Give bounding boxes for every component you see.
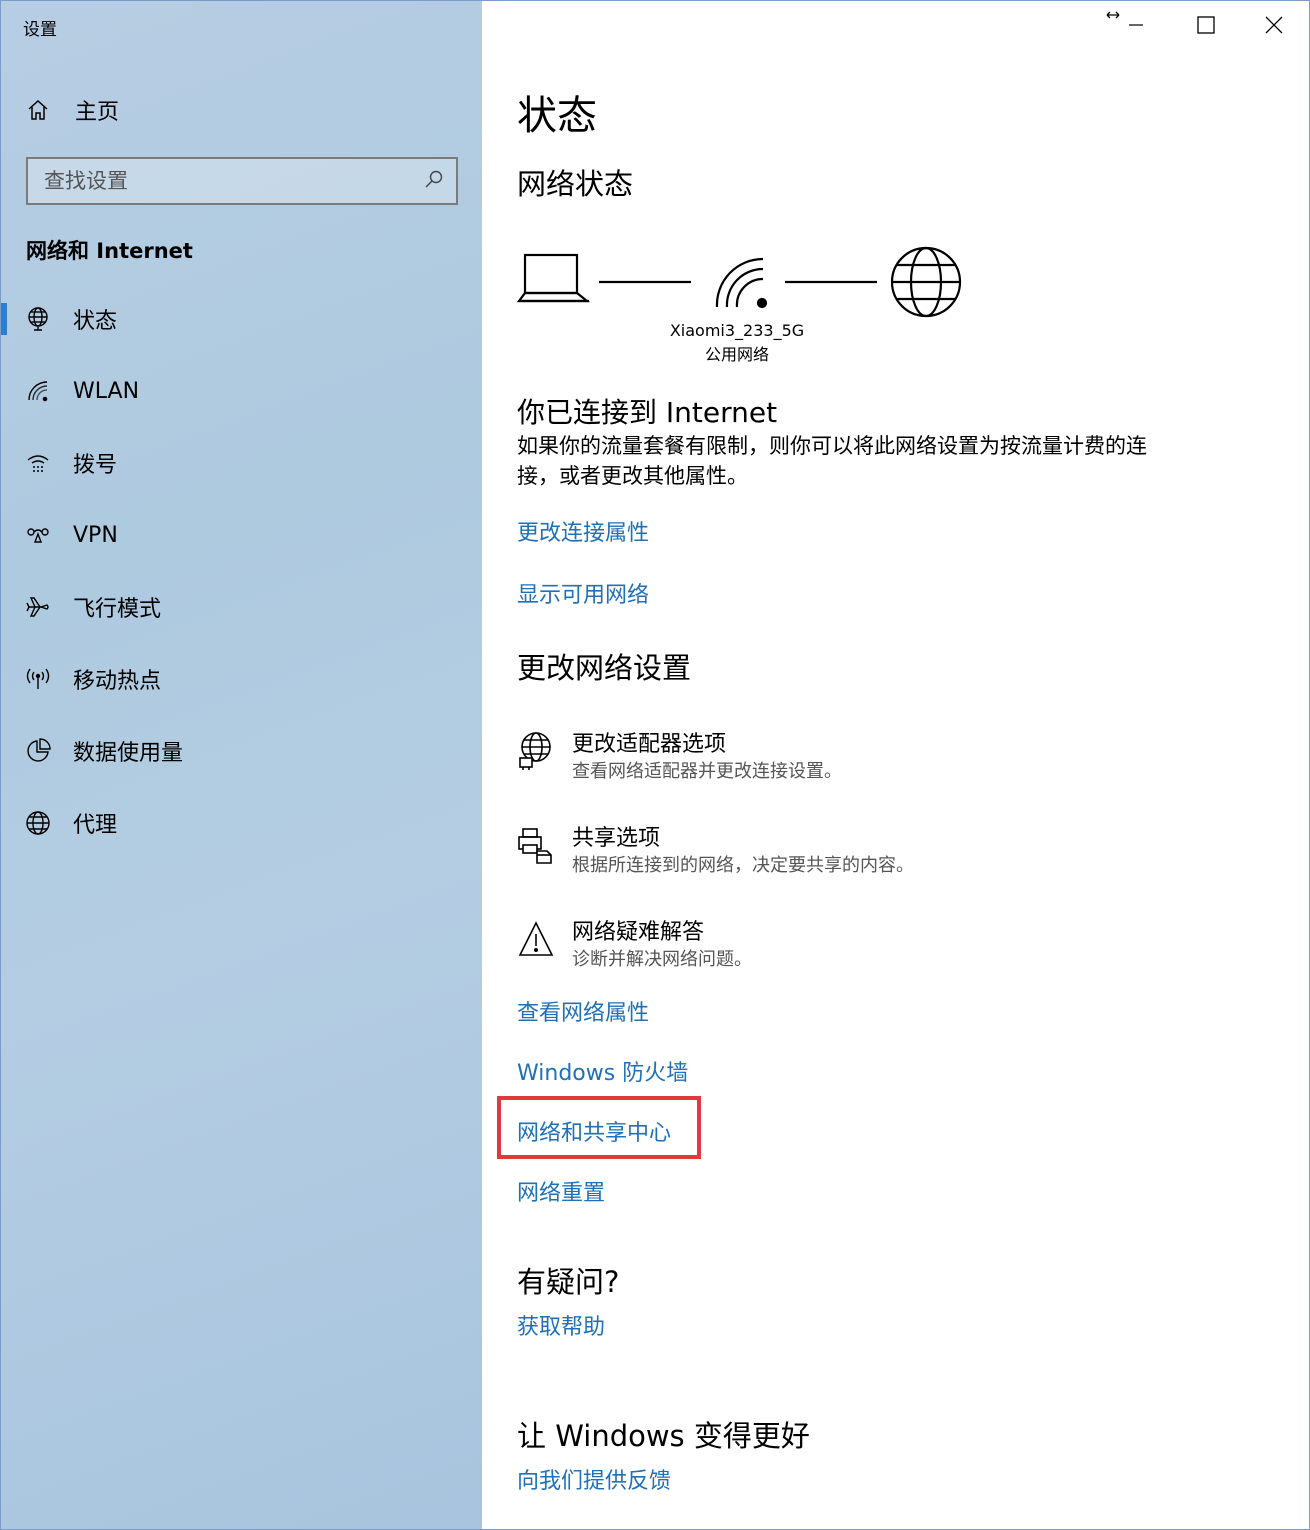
change-network-settings-heading: 更改网络设置 bbox=[517, 651, 692, 685]
sidebar-item-label: 代理 bbox=[73, 813, 118, 838]
sidebar-item-dialup[interactable]: 拨号 bbox=[1, 427, 482, 499]
sidebar-item-proxy[interactable]: 代理 bbox=[1, 787, 482, 859]
laptop-icon bbox=[517, 253, 591, 303]
network-type: 公用网络 bbox=[704, 345, 769, 364]
warning-icon bbox=[517, 919, 555, 963]
sidebar-item-airplane[interactable]: 飞行模式 bbox=[1, 571, 482, 643]
option-title: 更改适配器选项 bbox=[572, 732, 727, 757]
change-connection-properties-link[interactable]: 更改连接属性 bbox=[517, 515, 649, 547]
option-title: 共享选项 bbox=[572, 826, 661, 851]
connected-title: 你已连接到 Internet bbox=[517, 396, 778, 429]
sidebar-item-label: 状态 bbox=[73, 309, 118, 334]
get-help-link[interactable]: 获取帮助 bbox=[517, 1309, 605, 1341]
option-description: 根据所连接到的网络，决定要共享的内容。 bbox=[572, 855, 914, 876]
sidebar-item-vpn[interactable]: VPN bbox=[1, 499, 482, 571]
network-reset-link[interactable]: 网络重置 bbox=[517, 1175, 605, 1207]
vpn-icon bbox=[25, 522, 51, 548]
search-icon[interactable] bbox=[424, 169, 444, 193]
network-status-heading: 网络状态 bbox=[517, 167, 634, 201]
sidebar-item-label: VPN bbox=[73, 522, 118, 548]
connected-description: 如果你的流量套餐有限制，则你可以将此网络设置为按流量计费的连接，或者更改其他属性… bbox=[517, 434, 1147, 488]
app-title: 设置 bbox=[23, 20, 57, 40]
network-sharing-center-link[interactable]: 网络和共享中心 bbox=[517, 1115, 671, 1147]
settings-window: 设置 主页 网络和 Internet bbox=[0, 0, 1310, 1530]
globe-monitor-icon bbox=[25, 306, 51, 332]
page-title: 状态 bbox=[517, 93, 597, 139]
sharing-icon bbox=[517, 825, 555, 869]
wifi-icon bbox=[25, 378, 51, 404]
question-heading: 有疑问? bbox=[517, 1265, 620, 1299]
main-content: 状态 网络状态 Xiaomi3_233_5G 公用网络 你已连接到 Intern… bbox=[497, 1, 1297, 1529]
wifi-signal-icon bbox=[715, 257, 768, 309]
sidebar-item-label: 移动热点 bbox=[73, 669, 162, 694]
search-input[interactable] bbox=[44, 169, 404, 193]
option-troubleshoot[interactable]: 网络疑难解答 诊断并解决网络问题。 bbox=[517, 919, 1217, 989]
sidebar-item-status[interactable]: 状态 bbox=[1, 283, 482, 355]
search-box[interactable] bbox=[26, 157, 458, 205]
internet-globe-icon bbox=[890, 246, 962, 318]
windows-firewall-link[interactable]: Windows 防火墙 bbox=[517, 1055, 688, 1087]
option-description: 诊断并解决网络问题。 bbox=[572, 949, 752, 970]
network-info: Xiaomi3_233_5G 公用网络 bbox=[667, 319, 807, 367]
option-title: 网络疑难解答 bbox=[572, 920, 705, 945]
option-sharing[interactable]: 共享选项 根据所连接到的网络，决定要共享的内容。 bbox=[517, 825, 1217, 895]
give-feedback-link[interactable]: 向我们提供反馈 bbox=[517, 1463, 671, 1495]
home-icon bbox=[25, 97, 51, 123]
sidebar-item-label: 拨号 bbox=[73, 453, 118, 478]
adapter-icon bbox=[517, 731, 555, 775]
home-button[interactable]: 主页 bbox=[25, 93, 119, 127]
show-available-networks-link[interactable]: 显示可用网络 bbox=[517, 577, 649, 609]
sidebar-item-wlan[interactable]: WLAN bbox=[1, 355, 482, 427]
option-description: 查看网络适配器并更改连接设置。 bbox=[572, 761, 842, 782]
sidebar-item-label: WLAN bbox=[73, 378, 140, 404]
home-label: 主页 bbox=[75, 100, 120, 125]
hotspot-icon bbox=[25, 666, 51, 692]
network-ssid: Xiaomi3_233_5G bbox=[669, 321, 805, 340]
sidebar-item-label: 飞行模式 bbox=[73, 597, 162, 622]
sidebar-item-hotspot[interactable]: 移动热点 bbox=[1, 643, 482, 715]
section-heading: 网络和 Internet bbox=[26, 239, 193, 263]
airplane-icon bbox=[25, 594, 51, 620]
sidebar-nav: 状态 WLAN 拨号 VPN 飞行模式 移动热点 数据使用量 代理 bbox=[1, 283, 482, 859]
sidebar: 设置 主页 网络和 Internet bbox=[1, 1, 482, 1529]
sidebar-item-data-usage[interactable]: 数据使用量 bbox=[1, 715, 482, 787]
globe-icon bbox=[25, 810, 51, 836]
pie-chart-icon bbox=[25, 738, 51, 764]
sidebar-item-label: 数据使用量 bbox=[73, 741, 184, 766]
view-network-properties-link[interactable]: 查看网络属性 bbox=[517, 995, 649, 1027]
feedback-heading: 让 Windows 变得更好 bbox=[517, 1419, 810, 1453]
dialup-icon bbox=[25, 450, 51, 476]
option-adapter[interactable]: 更改适配器选项 查看网络适配器并更改连接设置。 bbox=[517, 731, 1217, 801]
